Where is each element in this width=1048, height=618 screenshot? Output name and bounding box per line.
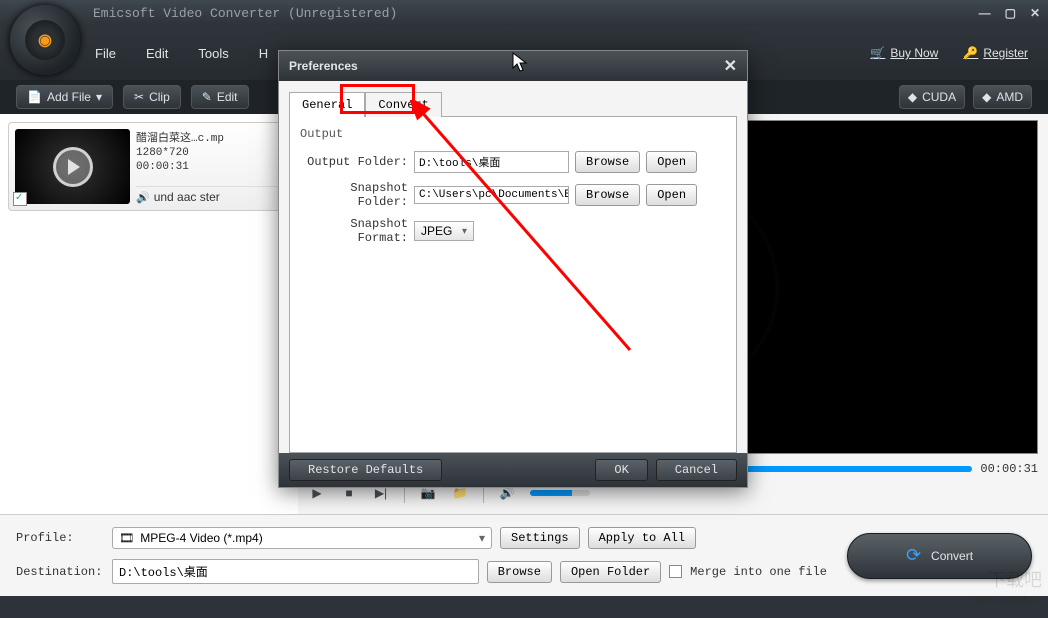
minimize-button[interactable]: — [979,6,991,20]
logo-icon: ◉ [25,20,65,60]
mpeg-icon: 🎞 [119,531,134,545]
titlebar: ◉ Emicsoft Video Converter (Unregistered… [0,0,1048,26]
edit-icon: ✎ [202,90,212,104]
tab-general[interactable]: General [289,92,365,117]
profile-label: Profile: [16,531,104,545]
snapshot-format-select[interactable]: JPEG ▾ [414,221,474,241]
preferences-dialog: Preferences ✕ General Convert Output Out… [278,50,748,488]
add-file-icon: 📄 [27,90,42,104]
snapshot-open-button[interactable]: Open [646,184,697,206]
file-list: 醋溜白菜这…c.mp 1280*720 00:00:31 🔊 und aac s… [0,114,298,514]
clip-button[interactable]: ✂Clip [123,85,181,109]
amd-button[interactable]: ◆AMD [973,85,1032,109]
browse-button[interactable]: Browse [487,561,552,583]
seek-time: 00:00:31 [980,462,1038,476]
volume-slider[interactable] [530,490,590,496]
file-duration: 00:00:31 [136,161,283,173]
convert-button[interactable]: ⟳ Convert [847,533,1032,579]
output-fieldset-label: Output [300,127,726,141]
watermark-url: www.xiazaiba.c [974,595,1042,606]
menu-help[interactable]: H [259,46,268,61]
file-resolution: 1280*720 [136,147,283,159]
output-folder-input[interactable]: D:\tools\桌面 [414,151,569,173]
chevron-down-icon: ▾ [462,226,467,237]
apply-all-button[interactable]: Apply to All [588,527,696,549]
snapshot-browse-button[interactable]: Browse [575,184,640,206]
file-item[interactable]: 醋溜白菜这…c.mp 1280*720 00:00:31 🔊 und aac s… [8,122,290,211]
buy-now-link[interactable]: 🛒Buy Now [870,46,938,60]
amd-icon: ◆ [982,90,991,104]
output-browse-button[interactable]: Browse [575,151,640,173]
dialog-body: Output Output Folder: D:\tools\桌面 Browse… [289,116,737,453]
settings-button[interactable]: Settings [500,527,580,549]
dialog-footer: Restore Defaults OK Cancel [279,453,747,487]
merge-label: Merge into one file [690,565,827,579]
file-thumbnail[interactable] [15,129,130,204]
refresh-icon: ⟳ [906,545,921,566]
nvidia-icon: ◆ [908,90,917,104]
file-name: 醋溜白菜这…c.mp [136,129,283,145]
dialog-title: Preferences [289,59,358,73]
output-folder-label: Output Folder: [300,155,408,169]
speaker-icon: 🔊 [136,191,150,204]
menu-edit[interactable]: Edit [146,46,168,61]
key-icon: 🔑 [963,46,978,60]
snapshot-folder-input[interactable]: C:\Users\pc\Documents\Emics [414,186,569,204]
profile-select[interactable]: 🎞 MPEG-4 Video (*.mp4) ▾ [112,527,492,549]
window-title: Emicsoft Video Converter (Unregistered) [93,6,397,21]
menu-file[interactable]: File [95,46,116,61]
chevron-down-icon: ▾ [96,90,102,104]
open-folder-button[interactable]: Open Folder [560,561,661,583]
app-logo: ◉ [10,5,80,75]
play-overlay-icon [53,147,93,187]
scissors-icon: ✂ [134,90,144,104]
file-audio: und aac ster [154,190,220,204]
chevron-down-icon: ▾ [479,531,485,545]
cart-icon: 🛒 [870,46,885,60]
tab-convert[interactable]: Convert [365,92,441,117]
register-link[interactable]: 🔑Register [963,46,1028,60]
snapshot-format-label: Snapshot Format: [300,217,408,245]
menu-tools[interactable]: Tools [198,46,228,61]
maximize-button[interactable]: ▢ [1005,6,1016,20]
dialog-close-button[interactable]: ✕ [724,56,737,76]
cuda-button[interactable]: ◆CUDA [899,85,965,109]
snapshot-folder-label: Snapshot Folder: [300,181,408,209]
destination-label: Destination: [16,565,104,579]
ok-button[interactable]: OK [595,459,647,481]
merge-checkbox[interactable] [669,565,682,578]
destination-input[interactable]: D:\tools\桌面 [112,559,479,584]
add-file-button[interactable]: 📄Add File▾ [16,85,113,109]
file-meta: 醋溜白菜这…c.mp 1280*720 00:00:31 🔊 und aac s… [136,129,283,204]
file-checkbox[interactable] [13,192,27,206]
cancel-button[interactable]: Cancel [656,459,737,481]
close-button[interactable]: ✕ [1030,6,1040,20]
restore-defaults-button[interactable]: Restore Defaults [289,459,442,481]
bottom-panel: Profile: 🎞 MPEG-4 Video (*.mp4) ▾ Settin… [0,514,1048,596]
edit-button[interactable]: ✎Edit [191,85,249,109]
output-open-button[interactable]: Open [646,151,697,173]
dialog-titlebar[interactable]: Preferences ✕ [279,51,747,81]
